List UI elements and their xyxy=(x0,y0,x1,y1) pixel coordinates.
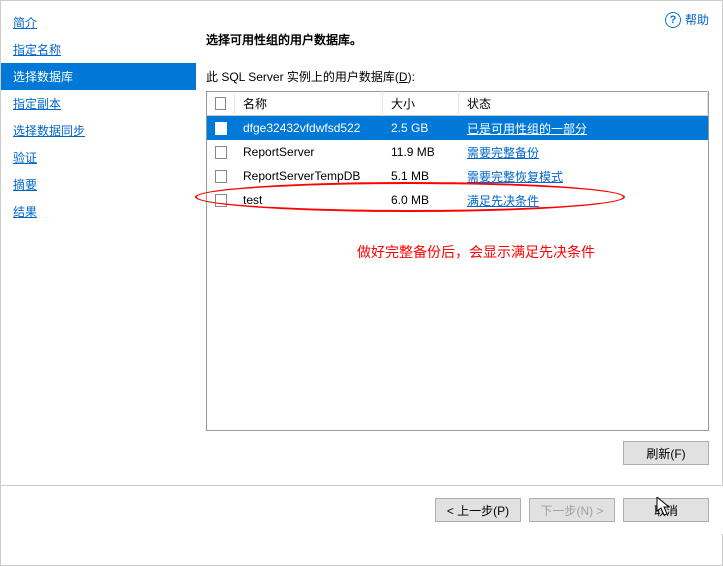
row-name: test xyxy=(235,189,383,211)
sidebar-item-specify-name[interactable]: 指定名称 xyxy=(1,36,196,63)
page-heading: 选择可用性组的用户数据库。 xyxy=(206,31,709,48)
annotation-text: 做好完整备份后，会显示满足先决条件 xyxy=(357,242,595,262)
row-size: 2.5 GB xyxy=(383,117,459,139)
help-link[interactable]: ? 帮助 xyxy=(665,11,709,28)
row-size: 11.9 MB xyxy=(383,141,459,163)
row-name: ReportServer xyxy=(235,141,383,163)
row-status-link[interactable]: 满足先决条件 xyxy=(467,194,539,208)
page-subheading: 此 SQL Server 实例上的用户数据库(D): xyxy=(206,68,709,85)
sidebar-item-summary[interactable]: 摘要 xyxy=(1,171,196,198)
table-row[interactable]: test 6.0 MB 满足先决条件 xyxy=(207,188,708,212)
col-checkbox-all[interactable] xyxy=(207,93,235,114)
sidebar-item-select-data-sync[interactable]: 选择数据同步 xyxy=(1,117,196,144)
row-name: dfge32432vfdwfsd522 xyxy=(235,117,383,139)
subheading-prefix: 此 SQL Server 实例上的用户数据库( xyxy=(206,70,399,84)
row-checkbox[interactable] xyxy=(207,118,235,139)
row-checkbox[interactable] xyxy=(207,142,235,163)
col-header-status[interactable]: 状态 xyxy=(459,91,708,116)
row-size: 5.1 MB xyxy=(383,165,459,187)
wizard-sidebar: 简介 指定名称 选择数据库 指定副本 选择数据同步 验证 摘要 结果 xyxy=(1,1,196,485)
database-table: 名称 大小 状态 dfge32432vfdwfsd522 2.5 GB 已是可用… xyxy=(206,91,709,431)
row-size: 6.0 MB xyxy=(383,189,459,211)
previous-button[interactable]: < 上一步(P) xyxy=(435,498,521,522)
table-header: 名称 大小 状态 xyxy=(207,92,708,116)
row-status-link[interactable]: 需要完整恢复模式 xyxy=(467,170,563,184)
checkbox-icon xyxy=(215,122,227,135)
row-checkbox[interactable] xyxy=(207,190,235,211)
sidebar-item-validation[interactable]: 验证 xyxy=(1,144,196,171)
next-button: 下一步(N) > xyxy=(529,498,615,522)
checkbox-icon xyxy=(215,194,227,207)
table-row[interactable]: ReportServer 11.9 MB 需要完整备份 xyxy=(207,140,708,164)
sidebar-item-select-database[interactable]: 选择数据库 xyxy=(1,63,196,90)
wizard-footer: < 上一步(P) 下一步(N) > 取消 xyxy=(1,485,723,534)
help-icon: ? xyxy=(665,12,681,28)
col-header-size[interactable]: 大小 xyxy=(383,91,459,116)
row-checkbox[interactable] xyxy=(207,166,235,187)
sidebar-item-specify-replicas[interactable]: 指定副本 xyxy=(1,90,196,117)
sidebar-item-intro[interactable]: 简介 xyxy=(1,9,196,36)
subheading-suffix: ): xyxy=(408,70,415,84)
help-label: 帮助 xyxy=(685,11,709,28)
checkbox-icon xyxy=(215,97,226,110)
col-header-name[interactable]: 名称 xyxy=(235,91,383,116)
row-name: ReportServerTempDB xyxy=(235,165,383,187)
row-status-link[interactable]: 需要完整备份 xyxy=(467,146,539,160)
refresh-button[interactable]: 刷新(F) xyxy=(623,441,709,465)
row-status-link[interactable]: 已是可用性组的一部分 xyxy=(467,122,587,136)
table-row[interactable]: dfge32432vfdwfsd522 2.5 GB 已是可用性组的一部分 xyxy=(207,116,708,140)
sidebar-item-results[interactable]: 结果 xyxy=(1,198,196,225)
cancel-button[interactable]: 取消 xyxy=(623,498,709,522)
table-row[interactable]: ReportServerTempDB 5.1 MB 需要完整恢复模式 xyxy=(207,164,708,188)
subheading-hotkey: D xyxy=(399,70,408,84)
checkbox-icon xyxy=(215,146,227,159)
main-panel: ? 帮助 选择可用性组的用户数据库。 此 SQL Server 实例上的用户数据… xyxy=(196,1,723,485)
checkbox-icon xyxy=(215,170,227,183)
